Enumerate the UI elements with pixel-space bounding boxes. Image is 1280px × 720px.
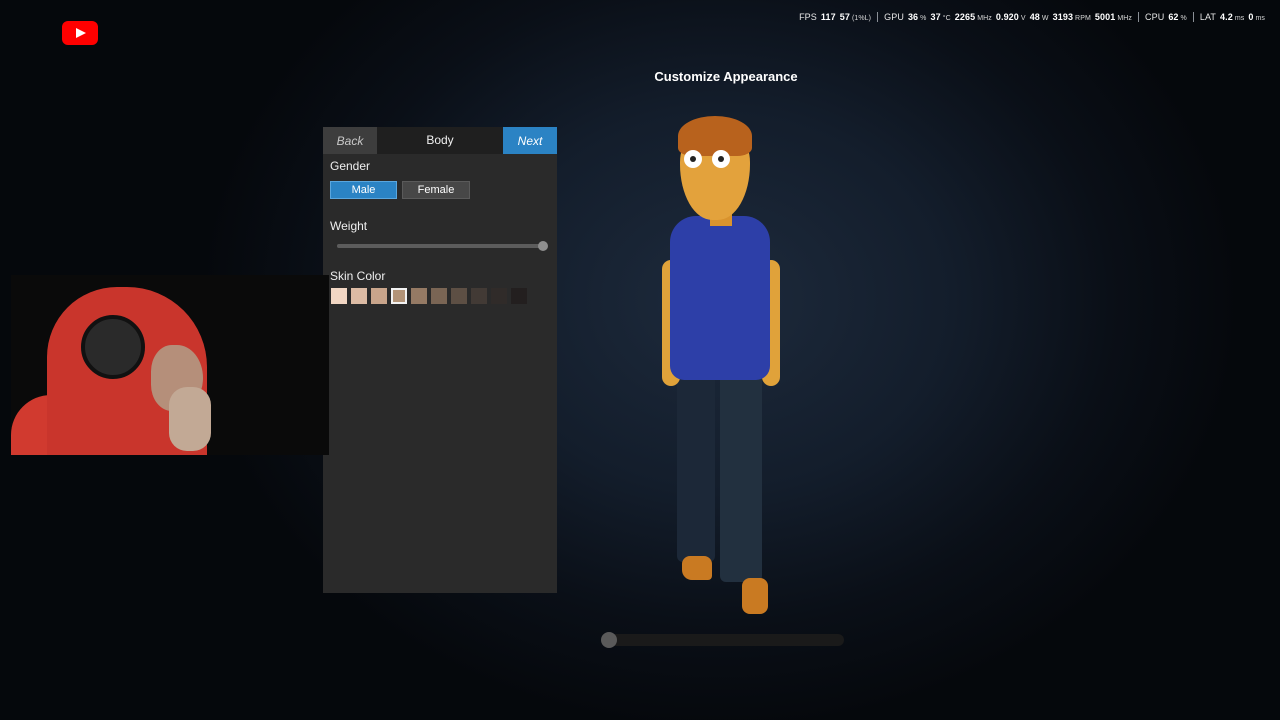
gpu-temp-unit: °C	[942, 15, 951, 22]
preview-rotation-handle[interactable]	[600, 632, 617, 648]
webcam-overlay	[11, 275, 329, 455]
lat-unit2: ms	[1255, 15, 1265, 22]
panel-header: Back Body Next	[323, 127, 557, 154]
skin-color-label: Skin Color	[330, 269, 386, 283]
cpu-usage-unit: %	[1180, 15, 1187, 22]
lat-value: 4.2	[1220, 12, 1233, 22]
gpu-mem-clock: 5001	[1094, 12, 1116, 22]
gpu-mem-clock-unit: MHz	[1117, 15, 1133, 22]
character-preview[interactable]	[640, 110, 810, 630]
fps-value: 117	[820, 12, 836, 22]
fps-low-value: 57	[839, 12, 850, 22]
customize-panel: Back Body Next Gender Male Female Weight…	[323, 127, 557, 593]
gpu-power-unit: W	[1041, 15, 1049, 22]
character-shirt	[670, 216, 770, 380]
weight-label: Weight	[330, 219, 368, 233]
skin-swatch[interactable]	[371, 288, 387, 304]
fps-group: FPS 117 57 (1%L)	[793, 12, 877, 22]
back-button[interactable]: Back	[323, 127, 377, 154]
skin-color-swatches	[331, 288, 527, 304]
skin-swatch[interactable]	[471, 288, 487, 304]
gpu-clock: 2265	[954, 12, 976, 22]
lat-unit: ms	[1234, 15, 1245, 22]
next-button[interactable]: Next	[503, 127, 557, 154]
gpu-fan: 3193	[1052, 12, 1074, 22]
weight-slider-fill	[337, 244, 543, 248]
gpu-usage-unit: %	[920, 15, 927, 22]
youtube-logo-icon	[62, 21, 98, 45]
skin-swatch[interactable]	[351, 288, 367, 304]
gpu-power: 48	[1029, 12, 1040, 22]
character-shoe-left	[682, 556, 712, 580]
gpu-label: GPU	[884, 12, 904, 22]
gpu-group: GPU 36% 37 °C 2265 MHz 0.920 V 48 W 3193 RPM …	[877, 12, 1138, 22]
fps-low-note: (1%L)	[851, 15, 872, 22]
headphone-icon	[81, 315, 145, 379]
gpu-clock-unit: MHz	[977, 15, 992, 22]
character-leg-right	[720, 372, 762, 582]
gpu-voltage-unit: V	[1020, 15, 1026, 22]
weight-slider[interactable]	[337, 241, 548, 251]
skin-swatch[interactable]	[451, 288, 467, 304]
gpu-temp: 37	[930, 12, 941, 22]
preview-rotation-slider[interactable]	[600, 632, 844, 648]
page-title: Customize Appearance	[654, 69, 798, 84]
skin-swatch[interactable]	[331, 288, 347, 304]
skin-swatch[interactable]	[411, 288, 427, 304]
weight-slider-handle[interactable]	[538, 241, 548, 251]
gender-male-button[interactable]: Male	[330, 181, 397, 199]
gpu-voltage: 0.920	[995, 12, 1019, 22]
fps-label: FPS	[799, 12, 817, 22]
character-eye-right	[712, 150, 730, 168]
gender-label: Gender	[330, 159, 371, 173]
performance-overlay: FPS 117 57 (1%L) GPU 36% 37 °C 2265 MHz 0.…	[793, 12, 1271, 22]
skin-swatch[interactable]	[491, 288, 507, 304]
skin-swatch[interactable]	[431, 288, 447, 304]
panel-title: Body	[426, 133, 454, 147]
cpu-usage: 62	[1168, 12, 1179, 22]
lat-value2: 0	[1248, 12, 1254, 22]
lat-label: LAT	[1199, 12, 1217, 22]
character-shoe-right	[742, 578, 768, 614]
gpu-fan-unit: RPM	[1075, 15, 1091, 22]
gender-female-button[interactable]: Female	[402, 181, 470, 199]
skin-swatch[interactable]	[511, 288, 527, 304]
latency-group: LAT 4.2 ms 0 ms	[1192, 12, 1271, 22]
skin-swatch[interactable]	[391, 288, 407, 304]
character-eye-left	[684, 150, 702, 168]
cpu-group: CPU 62%	[1138, 12, 1193, 22]
webcam-hand	[169, 387, 211, 451]
character-leg-left	[677, 372, 715, 562]
gpu-usage: 36	[907, 12, 919, 22]
cpu-label: CPU	[1145, 12, 1165, 22]
